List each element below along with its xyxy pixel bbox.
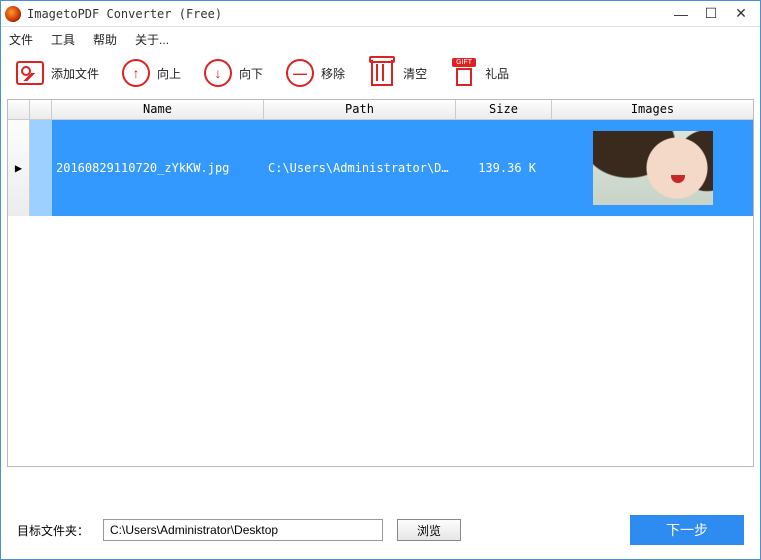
cell-size: 139.36 K bbox=[456, 161, 552, 175]
cell-path: C:\Users\Administrator\Desktop\2... bbox=[264, 161, 456, 175]
menu-file[interactable]: 文件 bbox=[9, 31, 33, 48]
arrow-down-icon: ↓ bbox=[203, 58, 233, 88]
target-folder-label: 目标文件夹： bbox=[17, 522, 89, 539]
close-button[interactable]: ✕ bbox=[726, 4, 756, 24]
cell-thumbnail bbox=[552, 131, 753, 205]
th-path[interactable]: Path bbox=[264, 100, 456, 120]
th-thumb[interactable] bbox=[30, 100, 52, 120]
move-down-label: 向下 bbox=[239, 65, 263, 82]
row-indicator-icon: ▶ bbox=[8, 120, 30, 216]
minimize-button[interactable]: — bbox=[666, 4, 696, 24]
gift-button[interactable]: 礼品 bbox=[449, 58, 509, 88]
arrow-up-icon: ↑ bbox=[121, 58, 151, 88]
gift-icon bbox=[449, 58, 479, 88]
th-images[interactable]: Images bbox=[552, 100, 753, 120]
move-down-button[interactable]: ↓ 向下 bbox=[203, 58, 263, 88]
clear-label: 清空 bbox=[403, 65, 427, 82]
trash-icon bbox=[367, 58, 397, 88]
target-folder-input[interactable] bbox=[103, 519, 383, 541]
image-icon bbox=[15, 58, 45, 88]
minus-icon: — bbox=[285, 58, 315, 88]
row-marker bbox=[30, 120, 52, 216]
menu-about[interactable]: 关于... bbox=[135, 31, 169, 48]
clear-button[interactable]: 清空 bbox=[367, 58, 427, 88]
th-name[interactable]: Name bbox=[52, 100, 264, 120]
remove-button[interactable]: — 移除 bbox=[285, 58, 345, 88]
file-table: Name Path Size Images ▶ 20160829110720_z… bbox=[7, 99, 754, 467]
maximize-button[interactable]: ☐ bbox=[696, 4, 726, 24]
menu-help[interactable]: 帮助 bbox=[93, 31, 117, 48]
cell-name: 20160829110720_zYkKW.jpg bbox=[52, 161, 264, 175]
gift-label: 礼品 bbox=[485, 65, 509, 82]
move-up-label: 向上 bbox=[157, 65, 181, 82]
th-handle[interactable] bbox=[8, 100, 30, 120]
th-size[interactable]: Size bbox=[456, 100, 552, 120]
menu-tools[interactable]: 工具 bbox=[51, 31, 75, 48]
add-files-label: 添加文件 bbox=[51, 65, 99, 82]
next-button[interactable]: 下一步 bbox=[630, 515, 744, 545]
remove-label: 移除 bbox=[321, 65, 345, 82]
window-title: ImagetoPDF Converter (Free) bbox=[27, 7, 222, 21]
add-files-button[interactable]: 添加文件 bbox=[15, 58, 99, 88]
move-up-button[interactable]: ↑ 向上 bbox=[121, 58, 181, 88]
table-row[interactable]: ▶ 20160829110720_zYkKW.jpg C:\Users\Admi… bbox=[8, 120, 753, 216]
thumbnail-image bbox=[593, 131, 713, 205]
app-icon bbox=[5, 6, 21, 22]
browse-button[interactable]: 浏览 bbox=[397, 519, 461, 541]
